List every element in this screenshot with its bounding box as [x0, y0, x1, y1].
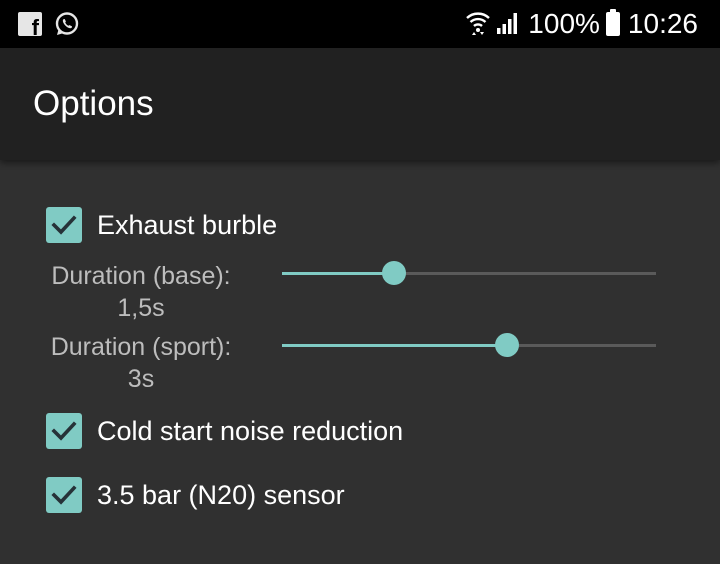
duration-sport-label-group: Duration (sport): 3s [31, 331, 251, 395]
exhaust-burble-checkbox[interactable] [46, 207, 82, 243]
duration-base-label-group: Duration (base): 1,5s [31, 260, 251, 324]
check-icon [51, 421, 77, 441]
clock: 10:26 [627, 8, 698, 39]
status-bar: f 100% 10:26 [0, 0, 720, 48]
facebook-icon: f [18, 12, 42, 36]
sensor-checkbox[interactable] [46, 477, 82, 513]
duration-sport-label: Duration (sport): [50, 333, 232, 361]
notification-icons: f [18, 11, 80, 37]
sensor-label: 3.5 bar (N20) sensor [97, 480, 345, 510]
duration-base-slider-fill [282, 272, 394, 275]
options-list: Exhaust burble Duration (base): 1,5s Dur… [0, 160, 720, 564]
exhaust-burble-option[interactable]: Exhaust burble [46, 207, 277, 243]
cold-start-checkbox[interactable] [46, 413, 82, 449]
check-icon [51, 215, 77, 235]
options-screen: f 100% 10:26 Options Exhaust burble Dura… [0, 0, 720, 564]
duration-base-slider-thumb[interactable] [382, 261, 406, 285]
duration-base-label: Duration (base): [51, 262, 231, 290]
check-icon [51, 485, 77, 505]
duration-base-slider[interactable] [282, 261, 656, 285]
wifi-icon [466, 9, 491, 40]
duration-sport-slider[interactable] [282, 333, 656, 357]
duration-sport-slider-thumb[interactable] [495, 333, 519, 357]
battery-icon [605, 9, 620, 36]
whatsapp-icon [54, 11, 80, 37]
cold-start-label: Cold start noise reduction [97, 416, 404, 446]
duration-sport-slider-fill [282, 344, 507, 347]
duration-sport-value: 3s [127, 365, 155, 393]
page-title: Options [33, 84, 154, 123]
battery-percent: 100% [528, 8, 600, 39]
signal-icon [496, 10, 520, 39]
duration-base-value: 1,5s [117, 294, 165, 322]
sensor-option[interactable]: 3.5 bar (N20) sensor [46, 477, 345, 513]
system-status: 100% 10:26 [466, 8, 698, 40]
cold-start-option[interactable]: Cold start noise reduction [46, 413, 403, 449]
exhaust-burble-label: Exhaust burble [97, 210, 278, 240]
app-bar: Options [0, 48, 720, 160]
